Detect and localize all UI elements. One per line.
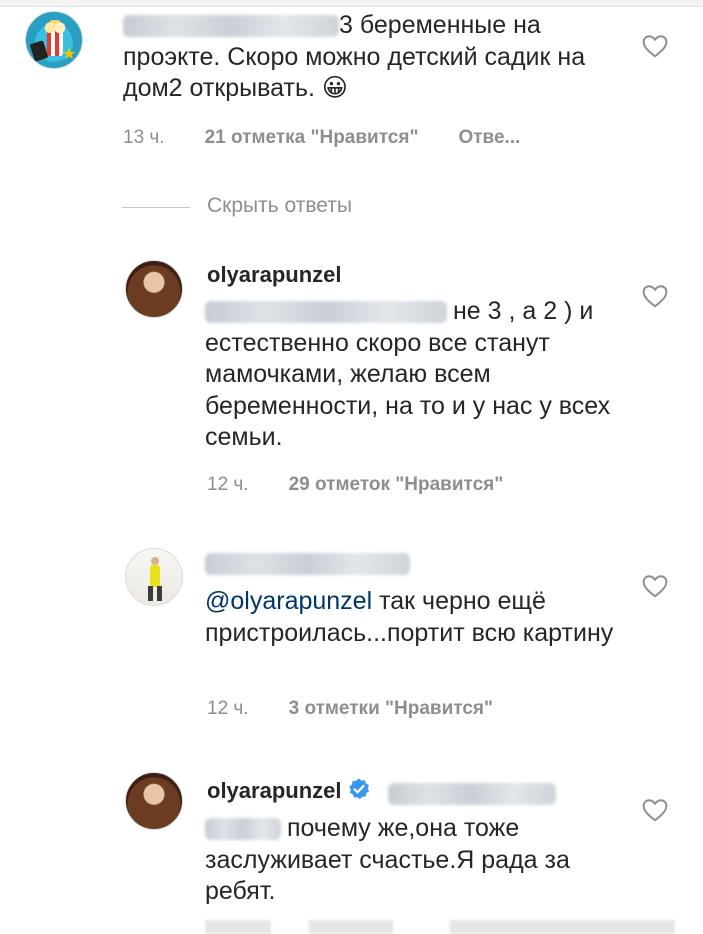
- avatar[interactable]: [125, 260, 183, 318]
- avatar[interactable]: [125, 772, 183, 830]
- comment-meta: 12 ч. 29 отметок "Нравится": [207, 474, 503, 496]
- username[interactable]: olyarapunzel: [207, 262, 341, 288]
- mention-redacted[interactable]: [205, 301, 447, 324]
- comment-body: 3 беременные на проэкте. Скоро можно дет…: [123, 10, 633, 105]
- comment-time: 13 ч.: [123, 127, 165, 148]
- username-redacted[interactable]: [205, 553, 410, 575]
- comment-text: заслуживает счастье.Я рада за ребят.: [205, 845, 570, 906]
- top-edge: [0, 0, 703, 7]
- heart-icon[interactable]: [642, 798, 668, 822]
- likes-count[interactable]: 3 отметки "Нравится": [289, 698, 493, 719]
- comment-meta-cutoff: [205, 920, 675, 934]
- comment-text: естественно скоро все станут мамочками, …: [205, 328, 611, 452]
- comment-time: 12 ч.: [207, 698, 249, 719]
- avatar[interactable]: [125, 548, 183, 606]
- mention-redacted[interactable]: [205, 818, 281, 841]
- heart-icon[interactable]: [642, 34, 668, 58]
- likes-count[interactable]: 29 отметок "Нравится": [289, 474, 504, 495]
- username-redacted[interactable]: [123, 15, 339, 38]
- reply-button[interactable]: Отве...: [458, 127, 520, 148]
- heart-icon[interactable]: [642, 574, 668, 598]
- comment-text-line1: не 3 , а 2 ) и: [453, 297, 594, 325]
- comment-text-line1: почему же,она тоже: [287, 814, 520, 842]
- comment-body: @olyarapunzel так черно ещё пристроилась…: [205, 586, 625, 649]
- likes-count[interactable]: 21 отметка "Нравится": [205, 127, 419, 148]
- comment-body: не 3 , а 2 ) и естественно скоро все ста…: [205, 296, 625, 454]
- mention-link[interactable]: @olyarapunzel: [205, 587, 372, 615]
- verified-badge-icon: [349, 778, 370, 800]
- hide-replies-button[interactable]: Скрыть ответы: [207, 194, 352, 218]
- comment-meta: 13 ч. 21 отметка "Нравится" Отве...: [123, 127, 520, 149]
- comment-body: почему же,она тоже заслуживает счастье.Я…: [205, 813, 625, 908]
- comment-time: 12 ч.: [207, 474, 249, 495]
- avatar[interactable]: ★: [25, 11, 83, 69]
- comment-header: olyarapunzel: [207, 777, 556, 805]
- username[interactable]: olyarapunzel: [207, 778, 341, 803]
- comment-meta: 12 ч. 3 отметки "Нравится": [207, 698, 493, 720]
- thread-divider: [122, 207, 190, 208]
- heart-icon[interactable]: [642, 284, 668, 308]
- mention-redacted[interactable]: [387, 782, 556, 805]
